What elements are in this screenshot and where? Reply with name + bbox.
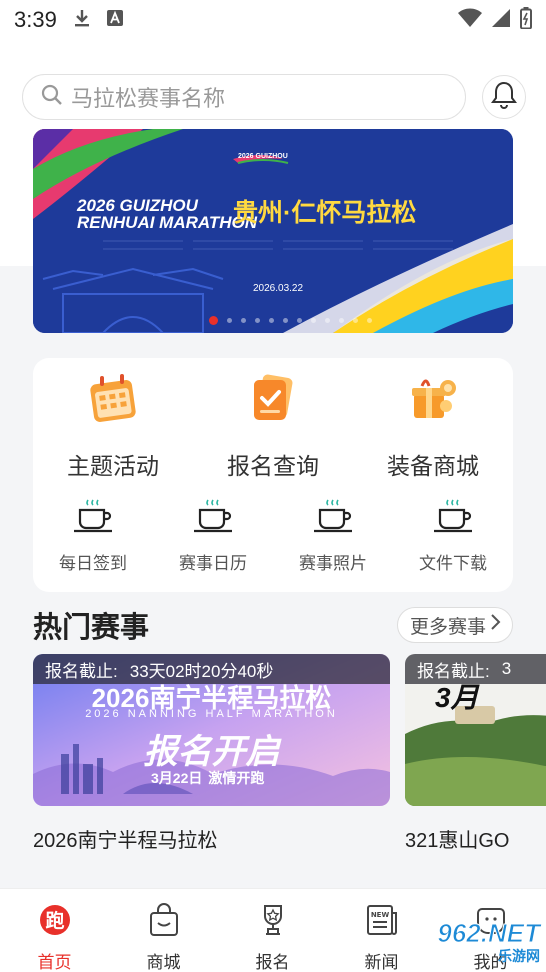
menu-item-gear-store[interactable]: 装备商城: [353, 372, 513, 481]
carousel-dot-active[interactable]: [209, 316, 218, 325]
chevron-right-icon: [488, 613, 502, 637]
menu-item-event-photos[interactable]: 赛事照片: [273, 498, 393, 574]
deadline-countdown: 33天02时20分40秒: [129, 661, 274, 681]
deadline-label: 报名截止:: [45, 661, 118, 681]
menu-item-theme-activity[interactable]: 主题活动: [33, 372, 193, 481]
search-row: 马拉松赛事名称: [22, 74, 526, 120]
menu-label: 报名查询: [227, 453, 319, 479]
coffee-cup-icon: [432, 498, 474, 539]
carousel-dot[interactable]: [311, 318, 316, 323]
coffee-cup-icon: [192, 498, 234, 539]
deadline-bar: 报名截止: 3: [405, 654, 546, 684]
svg-text:NEW: NEW: [370, 911, 389, 919]
tab-label: 商城: [146, 953, 181, 972]
watermark-main: 962.NET: [437, 918, 541, 948]
news-icon: NEW: [365, 903, 399, 942]
battery-icon: [520, 6, 532, 34]
tab-label: 首页: [37, 953, 72, 972]
poster-subtitle: 2026 NANNING HALF MARATHON: [85, 708, 338, 720]
search-placeholder: 马拉松赛事名称: [71, 86, 226, 111]
tab-label: 新闻: [364, 953, 399, 972]
signal-icon: [492, 8, 510, 32]
search-input[interactable]: 马拉松赛事名称: [22, 74, 466, 120]
clipboard-check-icon: [246, 372, 300, 431]
download-icon: [73, 8, 91, 33]
tab-register[interactable]: 报名: [218, 889, 327, 972]
menu-label: 装备商城: [387, 453, 479, 479]
deadline-countdown: 3: [501, 659, 512, 678]
banner-title-en: 2026 GUIZHOU RENHUAI MARATHON: [77, 197, 257, 231]
trophy-icon: [256, 903, 290, 942]
carousel-dot[interactable]: [255, 318, 260, 323]
carousel-dot[interactable]: [367, 318, 372, 323]
menu-item-file-download[interactable]: 文件下载: [393, 498, 513, 574]
carousel-dot[interactable]: [339, 318, 344, 323]
section-title: 热门赛事: [33, 612, 150, 644]
hot-events-header: 热门赛事 更多赛事: [33, 604, 513, 646]
deadline-bar: 报名截止: 33天02时20分40秒: [33, 654, 390, 684]
tab-store[interactable]: 商城: [109, 889, 218, 972]
hot-events-carousel[interactable]: 2026南宁半程马拉松 2026 NANNING HALF MARATHON 报…: [33, 654, 546, 854]
app-a-icon: [106, 9, 123, 31]
banner-logo-text: 2026 GUIZHOU: [238, 153, 288, 160]
event-name: 321惠山GO: [405, 830, 510, 852]
event-card[interactable]: 2026南宁半程马拉松 2026 NANNING HALF MARATHON 报…: [33, 654, 390, 853]
watermark-sub: 乐游网: [498, 948, 540, 964]
poster-date-row: 3月22日 激情开跑: [151, 768, 264, 788]
banner-title-en-line1: 2026 GUIZHOU: [77, 196, 198, 215]
shopping-bag-icon: [147, 903, 181, 942]
deadline-label: 报名截止:: [417, 661, 490, 681]
tab-home[interactable]: 跑 首页: [0, 889, 109, 972]
menu-label: 赛事日历: [179, 554, 247, 573]
carousel-dot[interactable]: [353, 318, 358, 323]
calendar-icon: [86, 372, 140, 431]
event-poster: 3月 报名截止: 3: [405, 654, 546, 806]
status-bar: 3:39: [0, 0, 546, 40]
menu-item-daily-checkin[interactable]: 每日签到: [33, 498, 153, 574]
tab-label: 报名: [255, 953, 290, 972]
menu-item-registration-query[interactable]: 报名查询: [193, 372, 353, 481]
banner-date: 2026.03.22: [253, 283, 304, 294]
carousel-dot[interactable]: [325, 318, 330, 323]
poster-date: 3月22日: [151, 770, 203, 786]
gift-box-icon: [406, 372, 460, 431]
more-events-button[interactable]: 更多赛事: [396, 607, 513, 643]
event-name: 2026南宁半程马拉松: [33, 830, 218, 852]
quick-menu-card: 主题活动 报名查询 装备商城 每日签到 赛事日历 赛事照片 文件下载: [33, 358, 513, 592]
carousel-dot[interactable]: [269, 318, 274, 323]
carousel-dot[interactable]: [283, 318, 288, 323]
wifi-icon: [458, 8, 482, 33]
menu-label: 赛事照片: [299, 554, 367, 573]
event-poster: 2026南宁半程马拉松 2026 NANNING HALF MARATHON 报…: [33, 654, 390, 806]
carousel-dots: [209, 316, 372, 325]
menu-label: 主题活动: [67, 453, 159, 479]
menu-label: 每日签到: [59, 554, 127, 573]
carousel-dot[interactable]: [227, 318, 232, 323]
carousel-dot[interactable]: [297, 318, 302, 323]
banner-carousel[interactable]: 2026 GUIZHOU 2026 GUIZHOU RENHUAI MARATH…: [33, 129, 513, 333]
menu-label: 文件下载: [419, 554, 487, 573]
more-events-label: 更多赛事: [409, 616, 486, 638]
svg-text:跑: 跑: [45, 909, 64, 932]
carousel-dot[interactable]: [241, 318, 246, 323]
banner-title-en-line2: RENHUAI MARATHON: [77, 213, 258, 232]
menu-item-event-calendar[interactable]: 赛事日历: [153, 498, 273, 574]
banner-title-cn: 贵州·仁怀马拉松: [233, 199, 417, 227]
tab-news[interactable]: NEW 新闻: [327, 889, 436, 972]
coffee-cup-icon: [72, 498, 114, 539]
home-run-icon: 跑: [36, 903, 74, 942]
event-card[interactable]: 3月 报名截止: 3 321惠山GO: [405, 654, 546, 853]
status-time: 3:39: [14, 7, 57, 32]
site-watermark: 962.NET 乐游网: [437, 918, 541, 966]
poster-slogan: 报名开启: [143, 733, 280, 771]
notification-button[interactable]: [482, 75, 526, 119]
poster-tagline: 激情开跑: [208, 770, 265, 786]
bell-icon: [491, 81, 517, 114]
search-icon: [41, 84, 63, 111]
coffee-cup-icon: [312, 498, 354, 539]
